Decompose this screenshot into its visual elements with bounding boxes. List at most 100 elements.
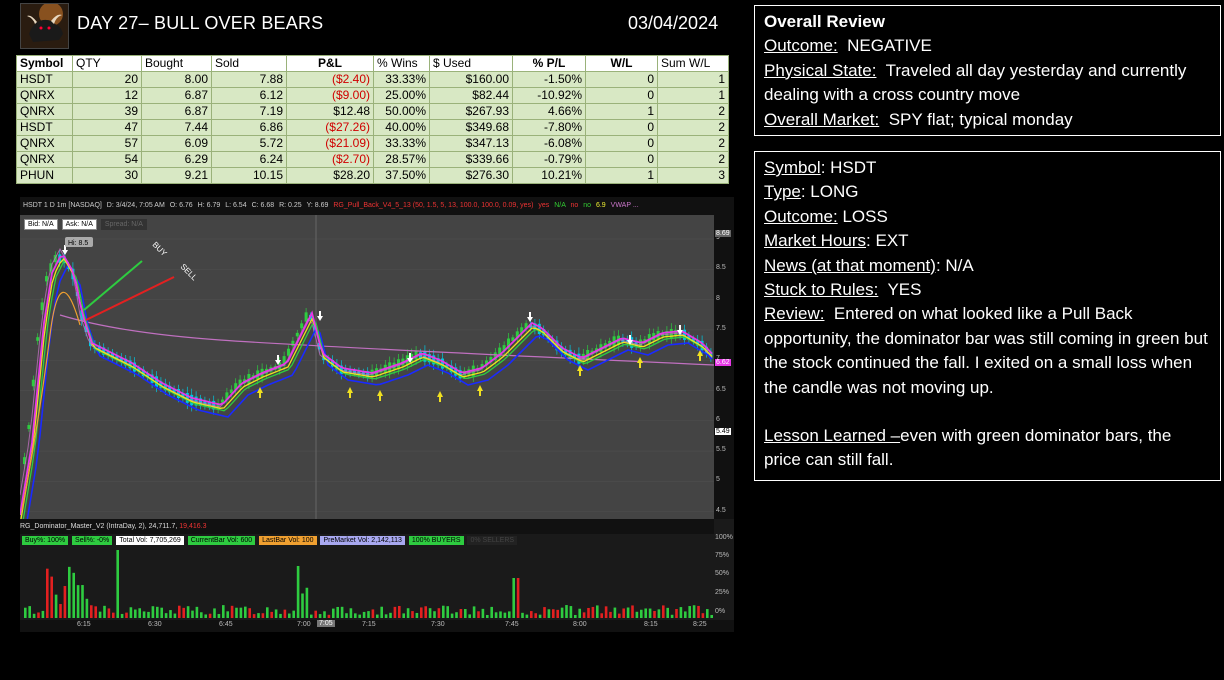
volume-bar [631, 605, 634, 618]
volume-bar [50, 576, 53, 618]
time-axis[interactable]: 6:15 6:30 6:45 7:00 7:05 7:15 7:30 7:45 8:00 8:15… [20, 620, 734, 632]
table-cell: 6.87 [141, 87, 212, 104]
chart-flag-no1: no [570, 202, 579, 209]
table-cell: $267.93 [429, 103, 513, 120]
volume-bar [516, 578, 520, 618]
table-cell: 37.50% [373, 167, 430, 184]
volume-bar [32, 613, 36, 618]
volume-study-name[interactable]: RG_Dominator_Master_V2 (IntraDay, 2) [20, 523, 145, 530]
chart-vwap[interactable]: VWAP ... [611, 202, 639, 209]
price-plot-area[interactable]: BUY SELL Hi: 8.5 [19, 215, 715, 564]
volume-bar [710, 614, 713, 618]
table-cell: -6.08% [512, 135, 586, 152]
volume-bar [292, 610, 295, 618]
total-vol-badge: Total Vol: 7,705,269 [116, 536, 184, 545]
volume-bar [640, 609, 643, 618]
col-pct-wins: % Wins [373, 55, 430, 72]
volume-badges: Buy%: 100% Sell%: -0% Total Vol: 7,705,2… [22, 536, 519, 545]
table-cell: 0 [585, 151, 658, 168]
volume-bar [173, 613, 177, 618]
volume-axis: 100% 75% 50% 25% 0% [714, 534, 734, 620]
col-pnl: P&L [286, 55, 374, 72]
volume-bar [675, 609, 678, 618]
table-cell: 1 [585, 103, 658, 120]
chart-low: L: 6.54 [225, 202, 247, 209]
buy-annotation-label: BUY [151, 240, 169, 258]
volume-plot-area[interactable] [20, 548, 714, 620]
sell-signal-arrow [347, 387, 353, 398]
volume-bar [446, 606, 449, 618]
volume-bar [151, 606, 155, 618]
chart-symbol[interactable]: HSDT 1 D 1m [NASDAQ] [23, 202, 102, 209]
review-rules-label: Stuck to Rules: [764, 280, 879, 300]
chart-study[interactable]: RG_Pull_Back_V4_5_13 (50, 1.5, 5, 13, 10… [333, 202, 533, 209]
overall-outcome: Outcome: NEGATIVE [764, 34, 1211, 58]
col-qty: QTY [72, 55, 142, 72]
volume-bar [103, 605, 106, 618]
volume-bar [327, 614, 331, 618]
table-cell: -10.92% [512, 87, 586, 104]
time-tick-label: 7:15 [362, 621, 376, 628]
table-cell: 39 [72, 103, 142, 120]
volume-bar [547, 609, 551, 618]
sell-signal-arrow [377, 390, 383, 401]
overall-market-label: Overall Market: [764, 109, 880, 129]
volume-bar [521, 612, 524, 618]
volume-bar [129, 607, 133, 618]
volume-bar [384, 614, 388, 618]
volume-bar [248, 608, 251, 618]
price-axis[interactable]: 98.587.576.565.554.58.695.496.62 [714, 215, 734, 519]
volume-bar [296, 566, 300, 618]
volume-tick-label: 25% [715, 589, 730, 596]
volume-bar [98, 611, 102, 618]
volume-bar [142, 611, 146, 618]
volume-bar [323, 611, 326, 618]
volume-bar [160, 607, 163, 618]
sell-signal-arrow [437, 391, 443, 402]
bull-icon [21, 4, 68, 48]
table-row: PHUN 30 9.21 10.15 $28.20 37.50% $276.30 10.21%… [16, 167, 729, 184]
volume-bar [657, 609, 661, 618]
volume-bar [618, 613, 621, 618]
volume-bar [450, 613, 454, 618]
volume-bar [195, 606, 199, 618]
volume-bar [701, 613, 705, 618]
buy-signal-arrow [317, 311, 323, 321]
overall-review-heading: Overall Review [764, 12, 885, 31]
table-cell: 2 [657, 135, 729, 152]
volume-bar [266, 607, 269, 618]
volume-bar [94, 606, 97, 618]
volume-bar [283, 609, 287, 618]
candle-body [291, 340, 295, 347]
time-tick-label: 8:25 [693, 621, 707, 628]
review-outcome: Outcome: LOSS [764, 205, 1211, 229]
volume-bar [252, 614, 256, 618]
volume-bar [120, 613, 124, 618]
col-sum-wl: Sum W/L [657, 55, 729, 72]
review-news: News (at that moment): N/A [764, 254, 1211, 278]
table-cell: ($2.40) [286, 71, 374, 88]
ma-yellow-line [19, 257, 713, 526]
volume-bar [305, 587, 309, 618]
volume-bar [244, 606, 247, 618]
table-row: HSDT 20 8.00 7.88 ($2.40) 33.33% $160.00 -1.50%… [16, 71, 729, 88]
chart-header-bar: HSDT 1 D 1m [NASDAQ] D: 3/4/24, 7:05 AM … [20, 197, 734, 215]
price-chart-panel: HSDT 1 D 1m [NASDAQ] D: 3/4/24, 7:05 AM … [19, 197, 734, 632]
table-cell: $28.20 [286, 167, 374, 184]
volume-bar [402, 613, 405, 618]
table-row: QNRX 57 6.09 5.72 ($21.09) 33.33% $347.13 -6.08… [16, 135, 729, 152]
sell-signal-arrow [477, 385, 483, 396]
trades-table: Symbol QTY Bought Sold P&L % Wins $ Used… [16, 55, 729, 184]
price-tag-high: 8.69 [715, 230, 731, 237]
table-cell: 6.86 [211, 119, 287, 136]
volume-bar [186, 606, 190, 618]
price-tick-label: 4.5 [716, 506, 726, 514]
volume-bar [125, 612, 128, 618]
price-tick-label: 6 [716, 415, 720, 423]
table-cell: 25.00% [373, 87, 430, 104]
volume-bar [393, 606, 397, 618]
volume-bar [503, 612, 507, 618]
price-tick-label: 5.5 [716, 446, 726, 454]
volume-bar [560, 607, 564, 618]
volume-bar [59, 604, 62, 618]
